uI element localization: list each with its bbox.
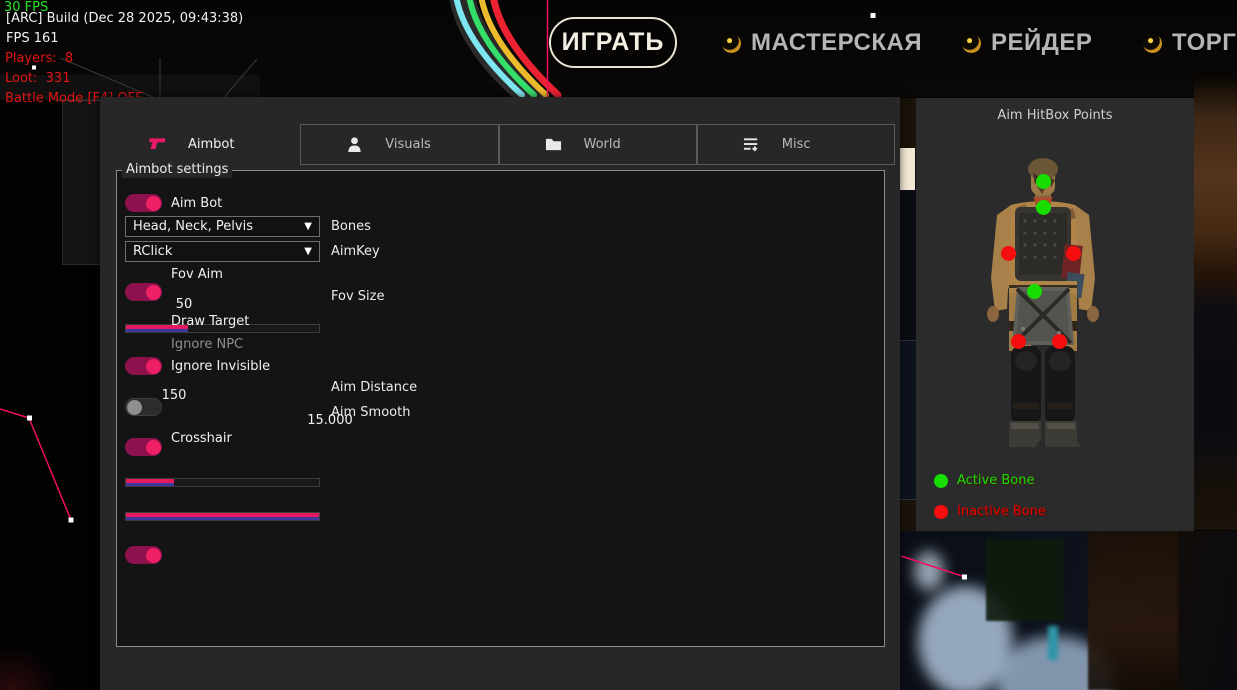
scene-green-sign xyxy=(986,539,1064,621)
scene-light-rect xyxy=(900,148,915,190)
person-icon xyxy=(346,136,363,153)
legend-active-bone: Active Bone xyxy=(934,473,1034,488)
osd-fps: FPS 161 xyxy=(6,31,59,46)
scene-corner-tint xyxy=(0,645,60,690)
legend-inactive-bone: Inactive Bone xyxy=(934,504,1046,519)
slider-fill xyxy=(126,479,174,486)
crosshair-label: Crosshair xyxy=(171,431,232,446)
sliders-icon xyxy=(743,136,760,153)
tab-misc[interactable]: Misc xyxy=(697,124,895,165)
toggle-knob xyxy=(146,548,161,563)
aim-smooth-slider[interactable] xyxy=(125,512,320,521)
legend-label: Inactive Bone xyxy=(957,504,1046,519)
aimbot-settings-group: Aimbot settings Aim Bot Head, Neck, Pelv… xyxy=(116,170,885,647)
bone-dot-right_shoulder[interactable] xyxy=(1066,246,1081,261)
aim-distance-slider[interactable] xyxy=(125,478,320,487)
hitbox-panel: Aim HitBox Points xyxy=(916,98,1194,531)
nav-label: МАСТЕРСКАЯ xyxy=(751,29,922,57)
tab-label: Visuals xyxy=(385,137,431,152)
nav-item-workshop[interactable]: МАСТЕРСКАЯ xyxy=(722,28,922,58)
aim-distance-value: 150 xyxy=(157,388,191,403)
tab-label: Aimbot xyxy=(188,137,234,152)
tab-aimbot[interactable]: Aimbot xyxy=(104,124,300,165)
scene-teal-detail xyxy=(1048,626,1058,660)
tab-world[interactable]: World xyxy=(499,124,697,165)
draw-target-label: Draw Target xyxy=(171,314,249,329)
gun-icon xyxy=(149,136,166,153)
ignore-invisible-label: Ignore Invisible xyxy=(171,359,270,374)
coin-icon xyxy=(962,34,981,53)
scene-gap-navy xyxy=(900,340,916,500)
game-scene: 30 FPS [ARC] Build (Dec 28 2025, 09:43:3… xyxy=(0,0,1237,690)
nav-item-trade[interactable]: ТОРГО xyxy=(1143,28,1237,58)
crosshair-toggle[interactable] xyxy=(125,546,162,564)
toggle-knob xyxy=(127,400,142,415)
scene-light-blob xyxy=(914,551,944,591)
aim-smooth-label: Aim Smooth xyxy=(331,405,410,420)
aim-bot-toggle[interactable] xyxy=(125,194,162,212)
active-bone-dot-icon xyxy=(934,474,948,488)
play-button[interactable]: ИГРАТЬ xyxy=(549,17,677,68)
coin-icon xyxy=(1143,34,1162,53)
player-model xyxy=(971,153,1141,453)
fov-size-label: Fov Size xyxy=(331,289,384,304)
coin-icon xyxy=(722,34,741,53)
tab-visuals[interactable]: Visuals xyxy=(300,124,498,165)
cheat-menu-panel: Aimbot Visuals World xyxy=(100,97,900,690)
aim-bot-label: Aim Bot xyxy=(171,196,222,211)
bones-dropdown-value: Head, Neck, Pelvis xyxy=(133,219,304,234)
chevron-down-icon: ▼ xyxy=(304,246,312,257)
bone-dot-left_shoulder[interactable] xyxy=(1001,246,1016,261)
bone-dot-neck[interactable] xyxy=(1036,200,1051,215)
fov-size-value: 50 xyxy=(169,297,199,312)
toggle-knob xyxy=(146,440,161,455)
ignore-npc-label: Ignore NPC xyxy=(171,337,243,352)
aim-distance-label: Aim Distance xyxy=(331,380,417,395)
slider-fill xyxy=(126,513,319,520)
fov-aim-label: Fov Aim xyxy=(171,267,223,282)
aimkey-dropdown-value: RClick xyxy=(133,244,304,259)
osd-players-count: Players: 8 xyxy=(5,51,73,66)
bone-dot-head[interactable] xyxy=(1036,174,1051,189)
fov-aim-toggle[interactable] xyxy=(125,283,162,301)
legend-label: Active Bone xyxy=(957,473,1034,488)
bone-dot-left_knee[interactable] xyxy=(1011,334,1026,349)
aimkey-label: AimKey xyxy=(331,244,380,259)
ignore-invisible-toggle[interactable] xyxy=(125,438,162,456)
scene-rock-wall xyxy=(1194,75,1237,530)
scene-column xyxy=(1088,531,1178,690)
bone-dot-right_knee[interactable] xyxy=(1052,334,1067,349)
hitbox-panel-title: Aim HitBox Points xyxy=(916,108,1194,123)
osd-loot-count: Loot: 331 xyxy=(5,71,70,86)
toggle-knob xyxy=(146,285,161,300)
draw-target-toggle[interactable] xyxy=(125,357,162,375)
chevron-down-icon: ▼ xyxy=(304,221,312,232)
bones-label: Bones xyxy=(331,219,371,234)
bone-dot-pelvis[interactable] xyxy=(1027,284,1042,299)
inactive-bone-dot-icon xyxy=(934,505,948,519)
scene-gap-brown xyxy=(900,500,916,531)
toggle-knob xyxy=(146,359,161,374)
aimkey-dropdown[interactable]: RClick ▼ xyxy=(125,241,320,262)
nav-label: РЕЙДЕР xyxy=(991,29,1092,57)
osd-build-info: [ARC] Build (Dec 28 2025, 09:43:38) xyxy=(6,11,243,26)
tab-label: World xyxy=(584,137,621,152)
bones-dropdown[interactable]: Head, Neck, Pelvis ▼ xyxy=(125,216,320,237)
group-title: Aimbot settings xyxy=(122,162,232,178)
scene-bottom-right xyxy=(900,531,1237,690)
nav-label: ТОРГО xyxy=(1172,29,1237,57)
scene-gap-dark xyxy=(900,98,916,148)
tab-label: Misc xyxy=(782,137,811,152)
toggle-knob xyxy=(146,196,161,211)
tab-bar: Aimbot Visuals World xyxy=(104,124,895,165)
nav-item-raider[interactable]: РЕЙДЕР xyxy=(962,28,1092,58)
folder-icon xyxy=(545,136,562,153)
